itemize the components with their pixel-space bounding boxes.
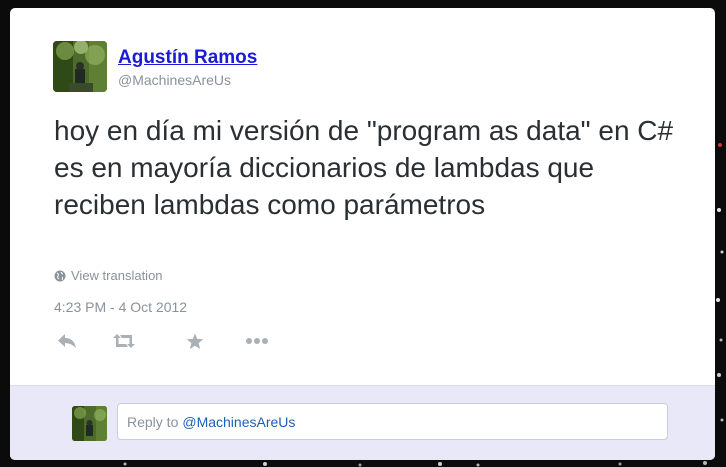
retweet-icon bbox=[113, 334, 135, 348]
globe-icon bbox=[54, 270, 66, 281]
reply-avatar bbox=[72, 406, 107, 441]
more-button[interactable] bbox=[244, 329, 270, 353]
more-icon bbox=[246, 338, 268, 344]
reply-placeholder-prefix: Reply to bbox=[127, 413, 179, 430]
reply-button[interactable] bbox=[54, 329, 80, 353]
reply-placeholder-mention: @MachinesAreUs bbox=[182, 413, 296, 430]
author-name[interactable]: Agustín Ramos bbox=[118, 47, 257, 69]
reply-input[interactable]: Reply to @MachinesAreUs bbox=[117, 403, 668, 440]
author-handle: @MachinesAreUs bbox=[118, 72, 232, 88]
star-icon bbox=[186, 333, 204, 349]
view-translation-label: View translation bbox=[71, 268, 163, 283]
view-translation-link[interactable]: View translation bbox=[54, 268, 163, 283]
tweet-timestamp[interactable]: 4:23 PM - 4 Oct 2012 bbox=[54, 299, 187, 315]
avatar[interactable] bbox=[53, 41, 107, 92]
reply-icon bbox=[58, 334, 76, 348]
favorite-button[interactable] bbox=[182, 329, 208, 353]
tweet-text: hoy en día mi versión de "program as dat… bbox=[54, 115, 674, 220]
retweet-button[interactable] bbox=[111, 329, 137, 353]
reply-bar: Reply to @MachinesAreUs bbox=[10, 385, 715, 460]
tweet-card: Agustín Ramos @MachinesAreUs hoy en día … bbox=[10, 8, 715, 460]
